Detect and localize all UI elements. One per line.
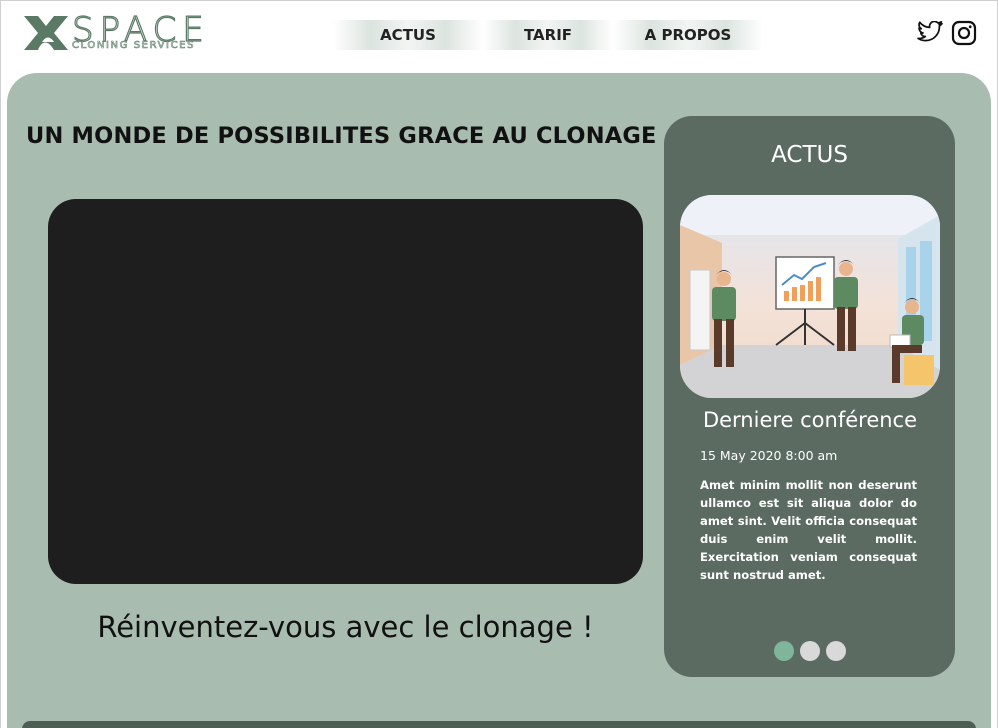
news-body: Amet minim mollit non deserunt ullamco e…: [700, 478, 917, 582]
carousel-dot-1[interactable]: [774, 641, 794, 661]
news-card-title: ACTUS: [771, 142, 848, 168]
logo-subtitle: CLONING SERVICES: [72, 40, 196, 52]
instagram-icon[interactable]: [951, 20, 977, 46]
nav-item-actus[interactable]: ACTUS: [333, 20, 483, 50]
carousel-dots: [774, 641, 846, 661]
nav-item-a-propos[interactable]: A PROPOS: [613, 20, 763, 50]
footer-edge: [22, 721, 976, 728]
main-nav: ACTUS TARIF A PROPOS: [333, 20, 763, 50]
site-header: SPACE CLONING SERVICES ACTUS TARIF A PRO…: [0, 0, 998, 72]
news-image[interactable]: [680, 195, 940, 398]
twitter-icon[interactable]: [917, 20, 943, 46]
news-date: 15 May 2020 8:00 am: [700, 448, 838, 463]
page-title: UN MONDE DE POSSIBILITES GRACE AU CLONAG…: [26, 123, 657, 149]
nav-item-tarif[interactable]: TARIF: [483, 20, 613, 50]
logo[interactable]: SPACE CLONING SERVICES: [24, 9, 224, 54]
news-heading[interactable]: Derniere conférence: [680, 408, 940, 432]
tagline: Réinventez-vous avec le clonage !: [97, 610, 594, 644]
carousel-dot-3[interactable]: [826, 641, 846, 661]
video-player[interactable]: [48, 199, 643, 584]
carousel-dot-2[interactable]: [800, 641, 820, 661]
logo-mark-icon: [24, 16, 68, 50]
